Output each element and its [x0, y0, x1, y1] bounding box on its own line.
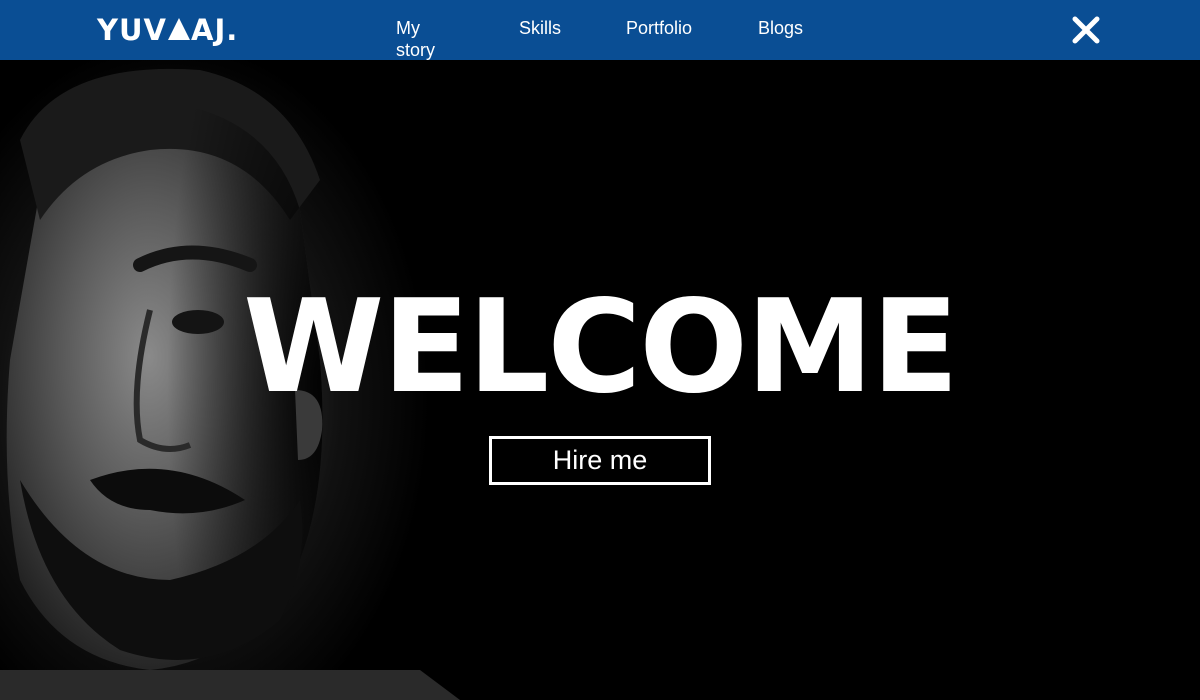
logo-text-start: YUV [97, 13, 167, 47]
nav-link-my-story[interactable]: My story [396, 17, 435, 61]
close-menu-button[interactable] [1070, 14, 1102, 46]
welcome-heading: WELCOME [243, 273, 959, 422]
site-logo[interactable]: YUV AJ. [97, 13, 238, 47]
logo-triangle-icon [168, 18, 190, 40]
top-navbar: YUV AJ. My story Skills Portfolio Blogs [0, 0, 1200, 60]
hero-section: WELCOME Hire me [0, 60, 1200, 700]
nav-link-blogs[interactable]: Blogs [758, 17, 803, 39]
hire-me-button[interactable]: Hire me [489, 436, 711, 485]
close-icon [1072, 16, 1100, 44]
nav-link-portfolio[interactable]: Portfolio [626, 17, 692, 39]
logo-text-end: AJ. [191, 13, 239, 47]
nav-link-skills[interactable]: Skills [519, 17, 561, 39]
